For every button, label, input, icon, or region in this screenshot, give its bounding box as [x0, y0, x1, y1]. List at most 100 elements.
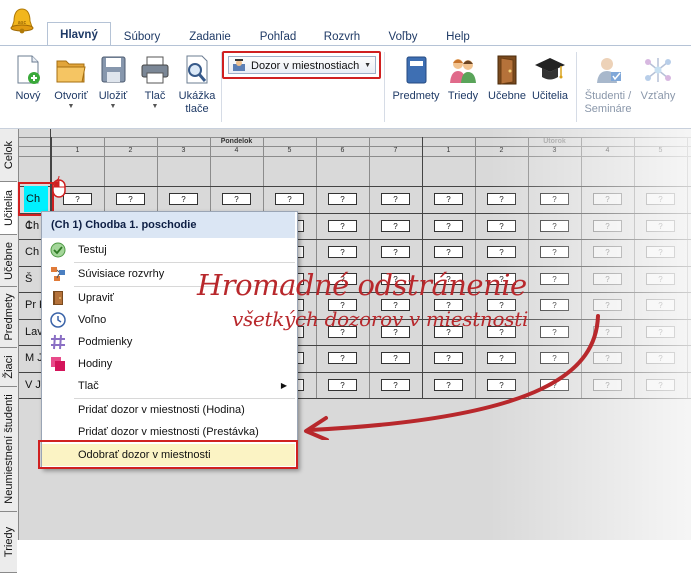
- left-tab-triedy[interactable]: Triedy: [0, 512, 17, 573]
- tab-volby[interactable]: Voľby: [378, 28, 428, 46]
- save-dropdown-icon[interactable]: ▼: [95, 103, 131, 111]
- print-preview-icon: [186, 55, 208, 84]
- tab-rozvrh[interactable]: Rozvrh: [314, 28, 370, 46]
- print-dropdown-icon[interactable]: ▼: [138, 103, 172, 111]
- period-number: 4: [605, 147, 610, 154]
- supervision-cell[interactable]: ?: [593, 272, 622, 285]
- supervision-cell[interactable]: ?: [328, 246, 357, 258]
- left-tab-ucitelia[interactable]: Učitelia: [0, 182, 17, 235]
- supervision-cell[interactable]: ?: [593, 246, 622, 258]
- new-document-icon: [17, 55, 40, 84]
- context-menu-header: (Ch 1) Chodba 1. poschodie: [42, 212, 295, 238]
- chevron-down-icon[interactable]: ▼: [364, 57, 371, 75]
- left-tab-predmety[interactable]: Predmety: [0, 287, 17, 348]
- menu-item-hours[interactable]: Hodiny: [42, 353, 295, 375]
- subjects-button[interactable]: Predmety: [391, 54, 441, 103]
- tab-subory[interactable]: Súbory: [116, 28, 168, 46]
- grid-row-line: [19, 186, 691, 187]
- save-button-label: Uložiť: [98, 90, 128, 102]
- relations-button[interactable]: Vzťahy: [637, 54, 679, 103]
- supervision-cell[interactable]: ?: [434, 246, 463, 258]
- supervision-cell[interactable]: ?: [646, 299, 675, 311]
- supervision-cell[interactable]: ?: [540, 219, 569, 232]
- open-button[interactable]: Otvoriť ▼: [50, 54, 92, 111]
- supervision-cell[interactable]: ?: [63, 193, 92, 205]
- tab-pohlad[interactable]: Pohľad: [250, 28, 306, 46]
- save-button[interactable]: Uložiť ▼: [95, 54, 131, 111]
- open-dropdown-icon[interactable]: ▼: [50, 103, 92, 111]
- tab-help[interactable]: Help: [436, 28, 480, 46]
- book-icon: [406, 56, 427, 84]
- supervision-cell[interactable]: ?: [593, 219, 622, 232]
- folder-icon: [56, 60, 86, 83]
- ribbon-body: Nový Otvoriť ▼ Uložiť ▼ Tlač ▼ Ukážka tl…: [0, 46, 691, 129]
- menu-item-print[interactable]: Tlač ▶: [42, 375, 295, 397]
- supervision-cell[interactable]: ?: [328, 219, 357, 232]
- supervisor-icon: [232, 59, 246, 78]
- supervision-cell[interactable]: ?: [540, 246, 569, 258]
- period-number: 7: [393, 147, 398, 154]
- period-number: 1: [75, 147, 80, 154]
- context-menu: (Ch 1) Chodba 1. poschodie Testuj Súvisi…: [41, 211, 298, 469]
- students-label-1: Študenti /: [584, 90, 632, 102]
- svg-text:asc: asc: [18, 20, 27, 26]
- supervision-cell[interactable]: ?: [381, 246, 410, 258]
- supervision-cell[interactable]: ?: [434, 219, 463, 232]
- left-tab-ziaci[interactable]: Žiaci: [0, 348, 17, 387]
- supervision-cell[interactable]: ?: [646, 352, 675, 364]
- supervision-cell[interactable]: ?: [540, 193, 569, 205]
- view-select[interactable]: Dozor v miestnostiach ▼: [228, 56, 376, 74]
- grid-header-line: [19, 156, 691, 157]
- supervision-cell[interactable]: ?: [646, 246, 675, 258]
- students-seminars-button[interactable]: Študenti / Semináre: [580, 54, 636, 116]
- grid-column-line: [687, 137, 688, 398]
- supervision-cell[interactable]: ?: [487, 246, 516, 258]
- supervision-cell[interactable]: ?: [646, 219, 675, 232]
- period-number: 4: [234, 147, 239, 154]
- menu-item-add-lesson-supervision[interactable]: Pridať dozor v miestnosti (Hodina): [42, 399, 295, 421]
- supervision-cell[interactable]: ?: [540, 272, 569, 285]
- supervision-cell[interactable]: ?: [487, 219, 516, 232]
- supervision-cell[interactable]: ?: [646, 193, 675, 205]
- left-tab-ucebne[interactable]: Učebne: [0, 235, 17, 287]
- supervision-cell[interactable]: ?: [328, 193, 357, 205]
- print-preview-button[interactable]: Ukážka tlače: [176, 54, 218, 116]
- hours-squares-icon: [50, 356, 66, 372]
- left-tab-neumiestneni-studenti[interactable]: Neumiestnení študenti: [0, 387, 17, 512]
- subjects-label: Predmety: [392, 90, 440, 102]
- supervision-cell[interactable]: ?: [381, 193, 410, 205]
- supervision-cell[interactable]: ?: [381, 219, 410, 232]
- student-icon: [597, 58, 621, 83]
- left-tab-celok[interactable]: Celok: [0, 129, 17, 182]
- print-preview-label-2: tlače: [185, 103, 209, 115]
- menu-item-conditions[interactable]: Podmienky: [42, 331, 295, 353]
- supervision-cell[interactable]: ?: [487, 193, 516, 205]
- supervision-cell[interactable]: ?: [222, 193, 251, 205]
- check-circle-icon: [50, 242, 66, 258]
- rooms-button[interactable]: Učebne: [485, 54, 529, 103]
- print-button[interactable]: Tlač ▼: [138, 54, 172, 111]
- teachers-button[interactable]: Učitelia: [528, 54, 572, 103]
- remove-item-highlight: [38, 440, 298, 469]
- supervision-cell[interactable]: ?: [646, 272, 675, 285]
- supervision-cell[interactable]: ?: [646, 325, 675, 338]
- supervision-cell[interactable]: ?: [169, 193, 198, 205]
- new-button[interactable]: Nový: [10, 54, 46, 103]
- supervision-cell[interactable]: ?: [646, 378, 675, 391]
- related-timetables-icon: [50, 266, 66, 282]
- supervision-cell[interactable]: ?: [116, 193, 145, 205]
- supervision-cell[interactable]: ?: [434, 193, 463, 205]
- menu-item-test[interactable]: Testuj: [42, 239, 295, 261]
- grid-column-line: [634, 137, 635, 398]
- tab-hlavny[interactable]: Hlavný: [47, 22, 111, 47]
- period-number: 1: [446, 147, 451, 154]
- students-label-2: Semináre: [584, 103, 632, 115]
- printer-icon: [141, 56, 169, 84]
- tab-zadanie[interactable]: Zadanie: [180, 28, 240, 46]
- supervision-cell[interactable]: ?: [593, 193, 622, 205]
- app-bell-icon[interactable]: asc: [8, 6, 36, 36]
- period-number: 2: [128, 147, 133, 154]
- supervision-cell[interactable]: ?: [275, 193, 304, 205]
- classes-button[interactable]: Triedy: [445, 54, 481, 103]
- left-view-tabs: Celok Učitelia Učebne Predmety Žiaci Neu…: [0, 129, 19, 573]
